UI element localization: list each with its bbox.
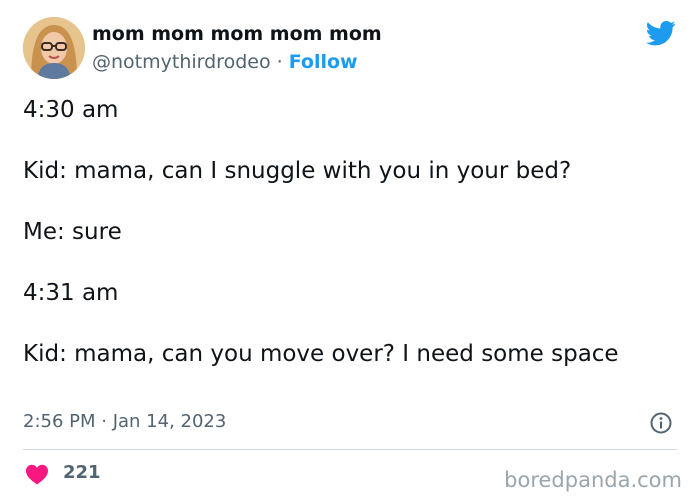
watermark: boredpanda.com [504, 468, 682, 492]
info-icon[interactable] [650, 412, 672, 434]
tweet-line: Me: sure [23, 219, 122, 245]
twitter-bird-icon[interactable] [644, 18, 678, 48]
tweet-line: 4:30 am [23, 97, 119, 123]
like-count[interactable]: 221 [63, 461, 101, 485]
handle-line: @notmythirdrodeo · Follow [92, 50, 358, 74]
tweet-timestamp[interactable]: 2:56 PM · Jan 14, 2023 [23, 410, 226, 434]
separator: · [276, 51, 283, 73]
heart-icon[interactable] [25, 463, 49, 485]
avatar[interactable] [23, 17, 85, 79]
tweet-line: Kid: mama, can I snuggle with you in you… [23, 158, 572, 184]
tweet-line: Kid: mama, can you move over? I need som… [23, 341, 619, 367]
divider [23, 449, 677, 450]
handle[interactable]: @notmythirdrodeo [92, 51, 271, 73]
display-name[interactable]: mom mom mom mom mom [92, 22, 382, 46]
tweet-text: 4:30 am Kid: mama, can I snuggle with yo… [23, 95, 673, 370]
tweet-line: 4:31 am [23, 280, 119, 306]
follow-link[interactable]: Follow [289, 51, 358, 73]
